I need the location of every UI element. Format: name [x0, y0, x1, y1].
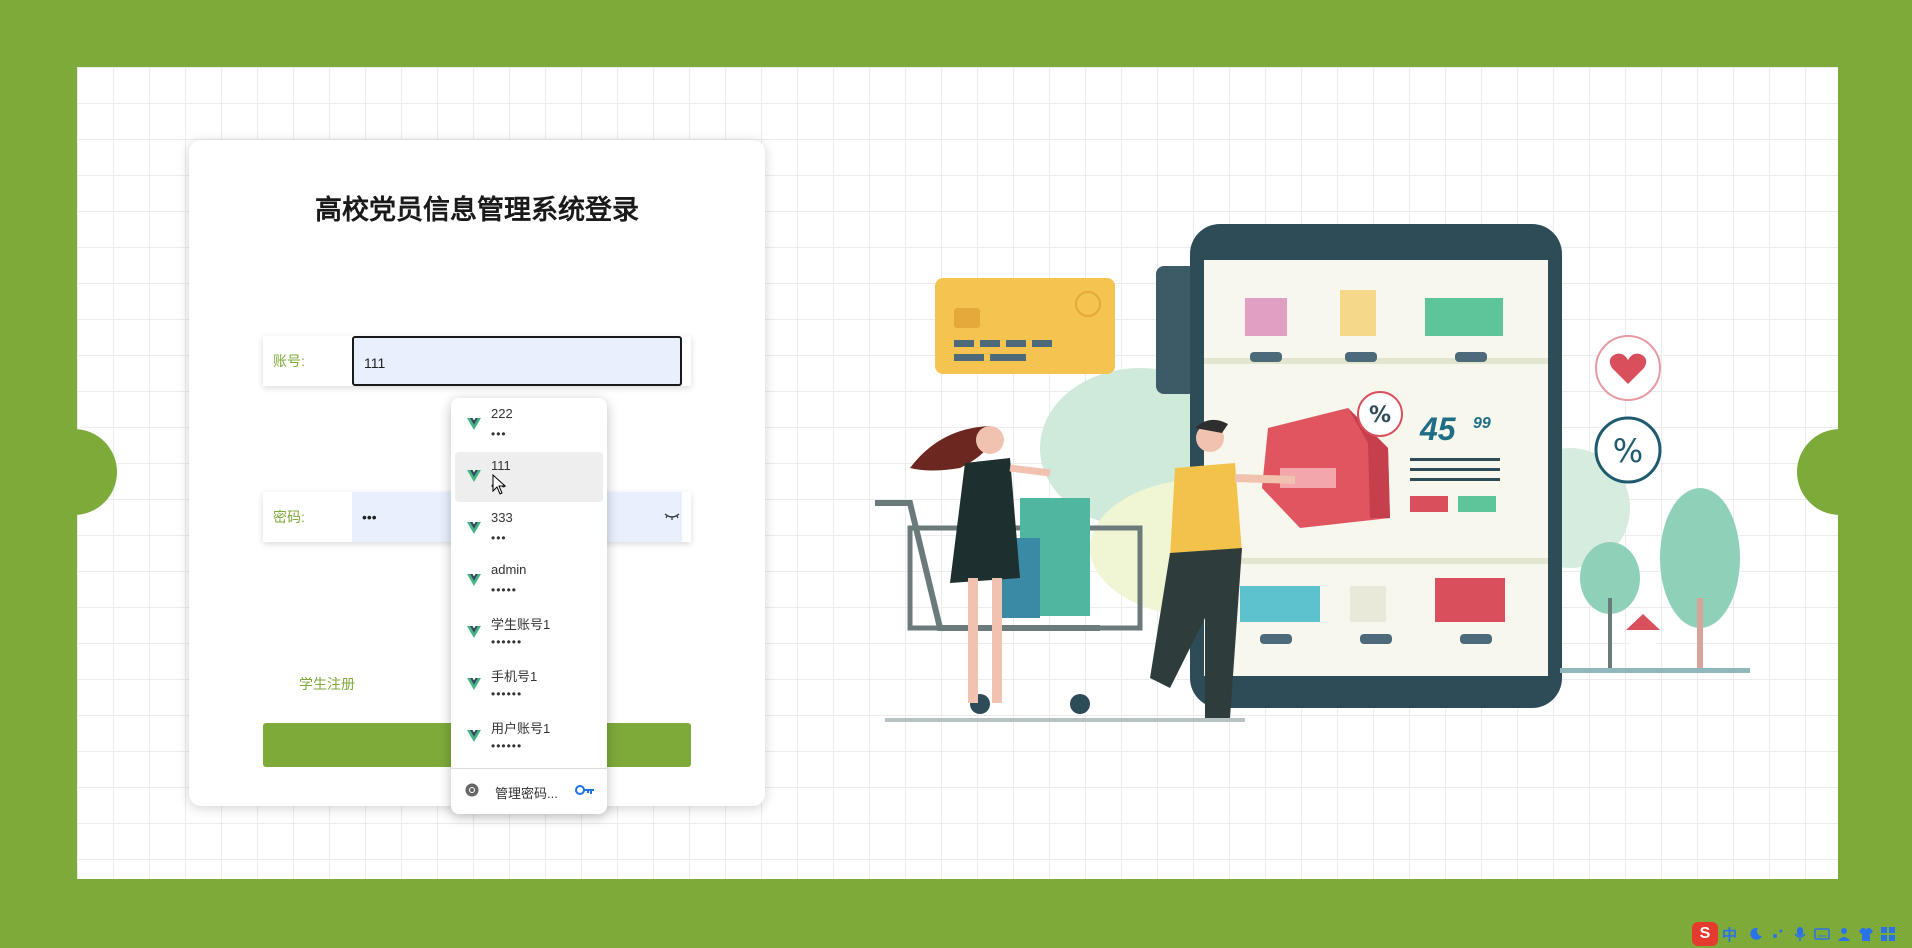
autocomplete-item[interactable]: 222 ••• [455, 400, 603, 450]
autocomplete-username: 用户账号1 [491, 721, 551, 736]
toolbox-grid-icon[interactable] [1880, 926, 1896, 942]
autocomplete-password: •••••• [491, 635, 523, 649]
autocomplete-username: 333 [491, 510, 513, 525]
autocomplete-username: 222 [491, 406, 513, 421]
punctuation-icon[interactable] [1770, 926, 1786, 942]
autocomplete-item[interactable]: admin ••••• [455, 556, 603, 606]
password-autocomplete-dropdown: 222 ••• 111 ••• 333 ••• admin ••••• 学生账号… [451, 398, 607, 814]
price-cents: 99 [1473, 415, 1491, 432]
mouse-cursor-icon [492, 474, 507, 495]
login-title: 高校党员信息管理系统登录 [315, 195, 639, 226]
autocomplete-username: admin [491, 562, 527, 577]
autocomplete-username: 手机号1 [491, 669, 538, 684]
vue-logo-icon [467, 418, 481, 430]
shopping-illustration: % 45 99 % [875, 224, 1750, 722]
autocomplete-item[interactable]: 学生账号1 •••••• [455, 608, 603, 658]
autocomplete-item[interactable]: 333 ••• [455, 504, 603, 554]
autocomplete-username: 111 [491, 458, 511, 473]
heart-badge-icon [1595, 335, 1661, 401]
eye-closed-icon[interactable] [663, 507, 681, 525]
autocomplete-username: 学生账号1 [491, 617, 551, 632]
vue-logo-icon [467, 574, 481, 586]
percent-badge-label: % [1613, 432, 1643, 470]
vue-logo-icon [467, 522, 481, 534]
vue-logo-icon [467, 470, 481, 482]
autocomplete-password: •••••• [491, 687, 523, 701]
credit-card-icon [935, 278, 1115, 374]
vue-logo-icon [467, 678, 481, 690]
account-input[interactable]: 111 [352, 336, 682, 386]
ime-language-indicator[interactable]: 中 [1722, 924, 1737, 945]
vue-logo-icon [467, 626, 481, 638]
keyboard-icon[interactable] [1814, 926, 1830, 942]
autocomplete-password: ••• [491, 427, 507, 441]
price-main: 45 [1419, 411, 1457, 447]
moon-icon[interactable] [1748, 926, 1764, 942]
chrome-icon [465, 783, 479, 797]
autocomplete-password: ••• [491, 531, 507, 545]
manage-passwords-item[interactable]: 管理密码... [451, 770, 607, 812]
account-label: 账号: [273, 353, 305, 369]
manage-passwords-label: 管理密码... [495, 786, 558, 801]
sogou-ime-icon[interactable]: S [1692, 922, 1718, 946]
skin-shirt-icon[interactable] [1858, 926, 1874, 942]
autocomplete-item[interactable]: 用户账号1 •••••• [455, 712, 603, 762]
autocomplete-divider [451, 768, 607, 769]
password-label: 密码: [273, 509, 305, 525]
user-icon[interactable] [1836, 926, 1852, 942]
microphone-icon[interactable] [1792, 926, 1808, 942]
autocomplete-password: •••••• [491, 739, 523, 753]
system-tray: S 中 [1692, 920, 1912, 948]
autocomplete-item[interactable]: 111 ••• [455, 452, 603, 502]
autocomplete-password: ••••• [491, 583, 518, 597]
key-icon [575, 785, 594, 795]
decorative-notch-right [1797, 429, 1883, 515]
autocomplete-item[interactable]: 手机号1 •••••• [455, 660, 603, 710]
percent-badge-icon: % [1594, 416, 1662, 484]
vue-logo-icon [467, 730, 481, 742]
student-register-link[interactable]: 学生注册 [299, 674, 355, 694]
tablet-percent-badge: % [1369, 403, 1391, 428]
account-row: 账号: 111 [263, 336, 691, 386]
decorative-notch-left [31, 429, 117, 515]
